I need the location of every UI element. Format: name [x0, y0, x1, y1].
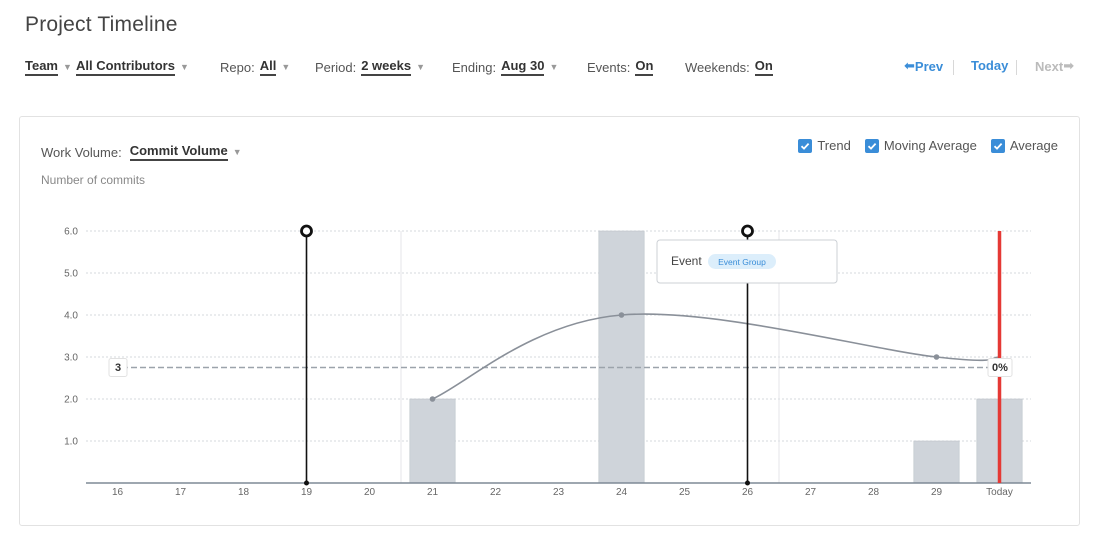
x-tick-label: 19 [301, 487, 313, 498]
x-tick-label: 24 [616, 487, 628, 498]
event-marker-base [745, 480, 750, 486]
event-group-badge-label: Event Group [718, 257, 766, 267]
commit-volume-chart: 1.0 2.0 3.0 4.0 5.0 6.0 16 17 18 19 20 21 22 23 24 25 26… [64, 224, 1031, 498]
x-tick-label: Today [986, 487, 1013, 498]
event-marker-head [300, 224, 313, 238]
x-tick-label: 16 [112, 487, 124, 498]
bar [598, 230, 645, 484]
y-tick-label: 3.0 [64, 353, 78, 364]
x-tick-label: 18 [238, 487, 250, 498]
bar [913, 440, 960, 484]
x-tick-label: 29 [931, 487, 943, 498]
y-tick-label: 1.0 [64, 437, 78, 448]
event-tooltip-label: Event [671, 254, 702, 268]
x-tick-label: 22 [490, 487, 502, 498]
event-marker-head [741, 224, 754, 238]
event-tooltip: Event Event Group [656, 239, 838, 284]
trend-point [933, 354, 940, 360]
x-tick-label: 28 [868, 487, 880, 498]
x-tick-label: 27 [805, 487, 817, 498]
x-tick-label: 25 [679, 487, 691, 498]
x-tick-label: 21 [427, 487, 439, 498]
trend-point [618, 312, 625, 318]
y-tick-label: 2.0 [64, 395, 78, 406]
bar [409, 398, 456, 484]
x-tick-label: 26 [742, 487, 754, 498]
x-tick-label: 17 [175, 487, 187, 498]
y-tick-label: 4.0 [64, 311, 78, 322]
average-right-label: 0% [992, 362, 1008, 374]
x-tick-label: 23 [553, 487, 565, 498]
x-tick-label: 20 [364, 487, 376, 498]
trend-point [429, 396, 436, 402]
y-tick-label: 6.0 [64, 227, 78, 238]
y-tick-label: 5.0 [64, 269, 78, 280]
average-left-label: 3 [115, 362, 121, 374]
event-marker-base [304, 480, 309, 486]
